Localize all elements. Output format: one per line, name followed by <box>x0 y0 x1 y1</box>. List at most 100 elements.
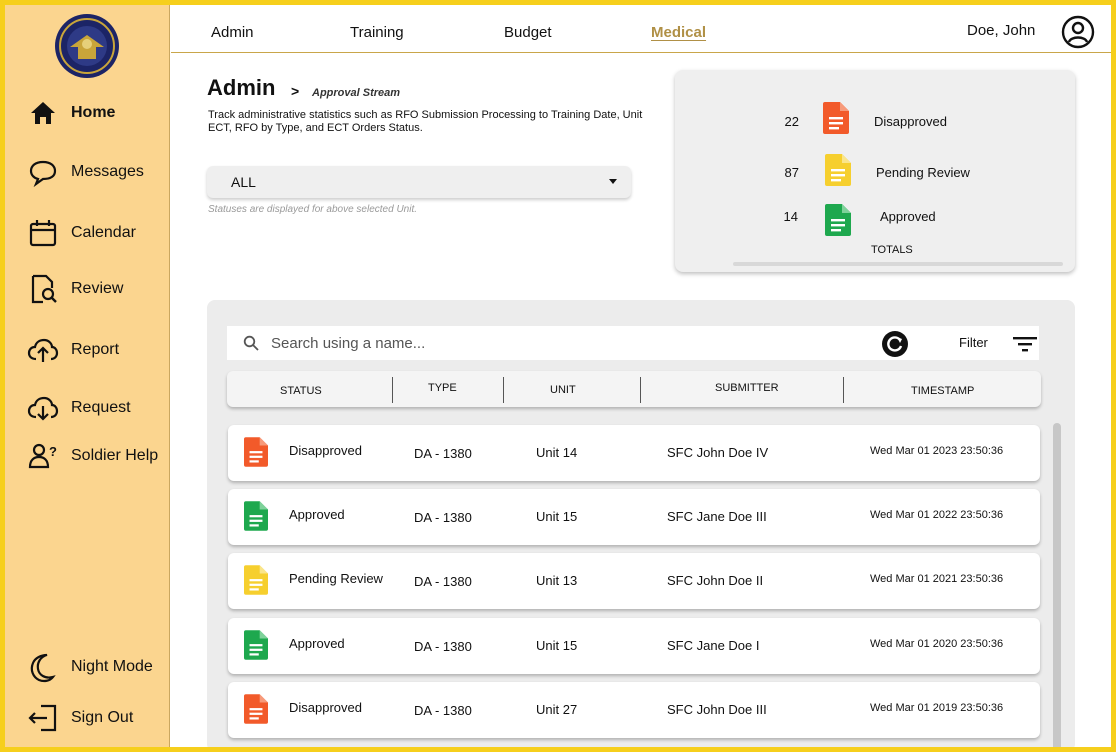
document-icon-approved <box>825 204 851 236</box>
column-divider <box>640 377 641 403</box>
sidebar-item-request[interactable]: Request <box>27 392 131 424</box>
row-type: DA - 1380 <box>414 703 472 718</box>
column-divider <box>503 377 504 403</box>
sidebar-item-label: Calendar <box>71 224 136 241</box>
table-row[interactable]: Disapproved DA - 1380 Unit 14 SFC John Doe … <box>228 425 1040 481</box>
column-header-type[interactable]: TYPE <box>428 382 457 394</box>
column-header-unit[interactable]: UNIT <box>550 384 576 396</box>
search-bar: Filter <box>227 326 1039 360</box>
totals-caption: TOTALS <box>871 244 913 256</box>
night-mode-toggle[interactable]: Night Mode <box>27 651 153 683</box>
unit-select-value: ALL <box>231 174 256 190</box>
column-divider <box>843 377 844 403</box>
row-timestamp: Wed Mar 01 2020 23:50:36 <box>870 638 1004 650</box>
caret-down-icon <box>609 179 617 184</box>
document-icon-disapproved <box>244 694 268 724</box>
row-type: DA - 1380 <box>414 574 472 589</box>
moon-icon <box>30 653 56 683</box>
breadcrumb-separator: > <box>291 83 300 99</box>
tab-medical[interactable]: Medical <box>651 24 706 41</box>
filter-icon[interactable] <box>1013 335 1037 353</box>
cloud-download-icon <box>27 396 59 421</box>
sidebar-item-label: Sign Out <box>71 709 134 726</box>
table-scrollbar[interactable] <box>1053 423 1061 747</box>
total-count-approved: 14 <box>783 209 798 224</box>
document-icon-pending <box>825 154 851 186</box>
sidebar-item-calendar[interactable]: Calendar <box>27 217 136 249</box>
row-submitter: SFC John Doe IV <box>667 445 769 460</box>
document-icon-disapproved <box>823 102 849 134</box>
search-icon <box>243 335 259 351</box>
totals-divider <box>733 262 1063 266</box>
sign-out-button[interactable]: Sign Out <box>27 702 133 734</box>
document-icon-disapproved <box>244 437 268 467</box>
tab-admin[interactable]: Admin <box>211 24 254 41</box>
tab-budget[interactable]: Budget <box>504 24 552 41</box>
total-label-approved: Approved <box>880 209 936 224</box>
chat-bubble-icon <box>29 160 57 188</box>
row-status: Disapproved <box>289 443 362 458</box>
page-title: Admin <box>207 75 276 100</box>
unit-select-note: Statuses are displayed for above selecte… <box>208 204 418 215</box>
document-icon-pending <box>244 565 268 595</box>
sidebar-item-soldier-help[interactable]: ? Soldier Help <box>27 440 158 472</box>
sidebar-item-label: Soldier Help <box>71 447 159 464</box>
sidebar-item-report[interactable]: Report <box>27 334 119 366</box>
person-question-icon: ? <box>28 443 57 469</box>
unit-select[interactable]: ALL <box>207 166 631 198</box>
breadcrumb[interactable]: Approval Stream <box>312 87 400 99</box>
top-nav-bar: Admin Training Budget Medical Doe, John <box>171 5 1111 53</box>
column-divider <box>392 377 393 403</box>
sidebar-item-label: Request <box>71 399 131 416</box>
row-status: Disapproved <box>289 700 362 715</box>
calendar-icon <box>29 220 57 247</box>
row-unit: Unit 14 <box>536 445 578 460</box>
refresh-icon[interactable] <box>882 331 908 357</box>
sidebar-item-review[interactable]: Review <box>27 273 123 305</box>
document-search-icon <box>31 274 57 304</box>
total-label-pending: Pending Review <box>876 165 970 180</box>
row-timestamp: Wed Mar 01 2023 23:50:36 <box>870 445 1004 457</box>
home-icon <box>31 102 55 124</box>
tab-training[interactable]: Training <box>350 24 404 41</box>
cloud-upload-icon <box>27 338 59 362</box>
sidebar-item-home[interactable]: Home <box>27 97 115 129</box>
row-unit: Unit 13 <box>536 573 578 588</box>
sidebar: Home Messages Calendar Review Report Req… <box>5 5 170 747</box>
sidebar-item-label: Night Mode <box>71 658 153 675</box>
army-seal-logo <box>55 14 119 78</box>
row-submitter: SFC John Doe III <box>667 702 767 717</box>
table-row[interactable]: Approved DA - 1380 Unit 15 SFC Jane Doe III… <box>228 489 1040 545</box>
totals-card: 22 Disapproved 87 Pending Review 14 Appr… <box>675 70 1075 272</box>
row-submitter: SFC John Doe II <box>667 573 764 588</box>
table-row[interactable]: Disapproved DA - 1380 Unit 27 SFC John Doe … <box>228 682 1040 738</box>
svg-text:?: ? <box>49 444 57 459</box>
user-circle-icon[interactable] <box>1061 15 1095 49</box>
sidebar-item-label: Report <box>71 341 120 358</box>
total-count-pending: 87 <box>784 165 799 180</box>
app-frame: Home Messages Calendar Review Report Req… <box>0 0 1116 752</box>
row-unit: Unit 15 <box>536 638 578 653</box>
row-status: Approved <box>289 636 345 651</box>
row-type: DA - 1380 <box>414 446 472 461</box>
page-description: Track administrative statistics such as … <box>208 109 643 134</box>
table-row[interactable]: Pending Review DA - 1380 Unit 13 SFC John D… <box>228 553 1040 609</box>
total-count-disapproved: 22 <box>784 114 799 129</box>
total-label-disapproved: Disapproved <box>874 114 947 129</box>
column-header-submitter[interactable]: SUBMITTER <box>715 382 779 394</box>
search-input[interactable] <box>271 332 831 354</box>
sign-out-icon <box>28 704 57 732</box>
filter-button[interactable]: Filter <box>959 335 988 350</box>
column-header-status[interactable]: STATUS <box>280 385 322 397</box>
row-timestamp: Wed Mar 01 2022 23:50:36 <box>870 509 1004 521</box>
row-type: DA - 1380 <box>414 639 472 654</box>
row-submitter: SFC Jane Doe I <box>667 638 760 653</box>
sidebar-item-label: Home <box>71 104 116 121</box>
row-timestamp: Wed Mar 01 2021 23:50:36 <box>870 573 1004 585</box>
column-header-timestamp[interactable]: TIMESTAMP <box>911 385 974 397</box>
sidebar-item-messages[interactable]: Messages <box>27 156 144 188</box>
sidebar-item-label: Review <box>71 280 124 297</box>
table-row[interactable]: Approved DA - 1380 Unit 15 SFC Jane Doe I We… <box>228 618 1040 674</box>
user-name: Doe, John <box>967 22 1036 39</box>
row-status: Approved <box>289 507 345 522</box>
